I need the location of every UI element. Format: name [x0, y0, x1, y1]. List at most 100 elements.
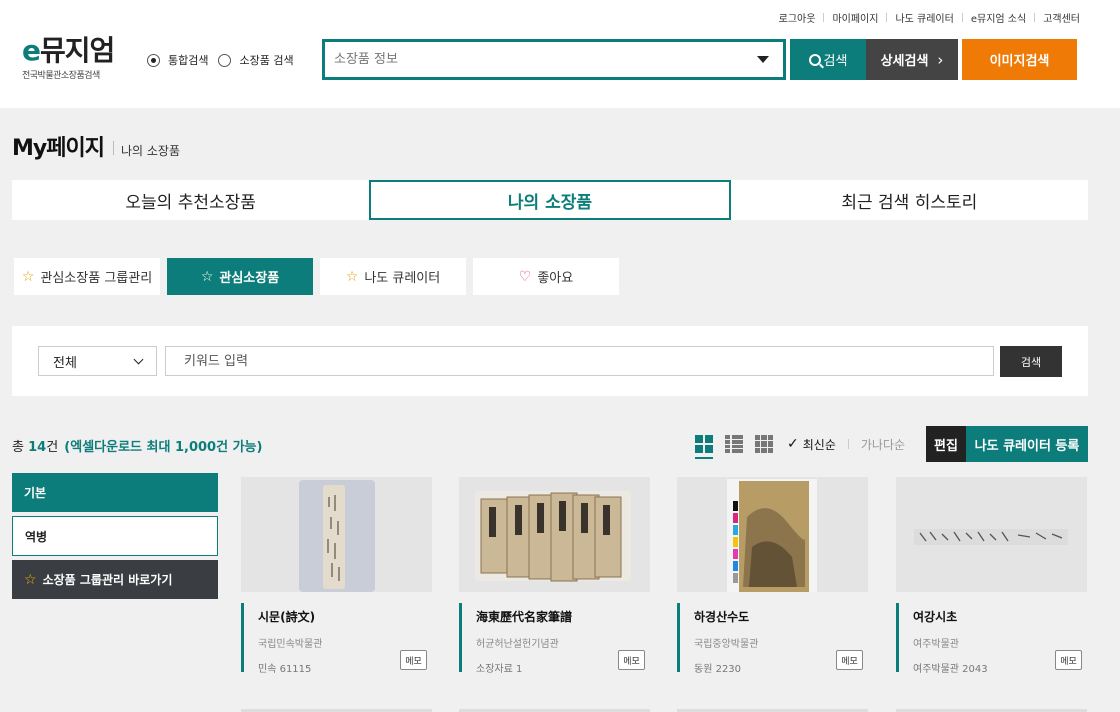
logout-link[interactable]: 로그아웃 [779, 10, 816, 25]
star-outline-icon: ☆ [21, 268, 35, 285]
divider [823, 13, 825, 22]
check-icon: ✓ [787, 436, 799, 452]
curator-link[interactable]: 나도 큐레이터 [895, 10, 953, 25]
collection-card[interactable]: 海東歷代名家筆譜 허균허난설헌기념관 소장자료 1 메모 [459, 477, 650, 675]
heart-outline-icon: ♡ [518, 268, 532, 285]
subtab-curator[interactable]: ☆ 나도 큐레이터 [320, 258, 466, 295]
radio-label: 소장품 검색 [239, 54, 294, 67]
card-thumbnail[interactable] [896, 477, 1087, 592]
logo-subtitle: 전국박물관소장품검색 [22, 71, 100, 81]
detail-search-button[interactable]: 상세검색 › [866, 39, 958, 80]
main-search-button[interactable]: 검색 [790, 39, 866, 80]
main-tabs: 오늘의 추천소장품 나의 소장품 최근 검색 히스토리 [12, 180, 1088, 220]
tab-recommended[interactable]: 오늘의 추천소장품 [12, 180, 370, 220]
sort-alphabetical[interactable]: 가나다순 [861, 436, 905, 453]
star-outline-icon: ☆ [200, 268, 214, 285]
divider [1034, 13, 1036, 22]
landscape-painting-image [727, 479, 817, 592]
card-info: 하경산수도 국립중앙박물관 동원 2230 메모 [677, 603, 868, 675]
group-manage-shortcut[interactable]: ☆ 소장품 그룹관리 바로가기 [12, 560, 218, 599]
divider [886, 13, 888, 22]
tab-my-collection[interactable]: 나의 소장품 [369, 180, 731, 220]
filter-panel: 전체 검색 [12, 326, 1088, 396]
filter-category-select[interactable]: 전체 [38, 346, 157, 376]
image-search-button[interactable]: 이미지검색 [962, 39, 1077, 80]
grid-view-icon[interactable] [695, 435, 713, 459]
sort-latest[interactable]: 최신순 [803, 436, 836, 453]
subtab-label: 좋아요 [537, 271, 574, 286]
memo-button[interactable]: 메모 [1055, 650, 1082, 670]
card-title[interactable]: 하경산수도 [694, 608, 868, 625]
card-title[interactable]: 海東歷代名家筆譜 [476, 608, 650, 625]
news-link[interactable]: e뮤지엄 소식 [971, 10, 1026, 25]
tab-search-history[interactable]: 최근 검색 히스토리 [730, 180, 1088, 220]
page-title: My페이지 [12, 136, 105, 161]
subtab-label: 관심소장품 [219, 271, 280, 286]
divider [847, 439, 849, 449]
memo-button[interactable]: 메모 [400, 650, 427, 670]
radio-label: 통합검색 [168, 54, 209, 67]
utility-nav: 로그아웃 마이페이지 나도 큐레이터 e뮤지엄 소식 고객센터 [779, 10, 1080, 25]
customer-center-link[interactable]: 고객센터 [1043, 10, 1080, 25]
card-info: 시문(詩文) 국립민속박물관 민속 61115 메모 [241, 603, 432, 675]
star-outline-icon: ☆ [24, 571, 37, 588]
star-outline-icon: ☆ [345, 268, 359, 285]
chevron-down-icon [133, 354, 144, 365]
subtab-favorites[interactable]: ☆ 관심소장품 [167, 258, 313, 295]
collection-card[interactable]: 하경산수도 국립중앙박물관 동원 2230 메모 [677, 477, 868, 675]
collection-card[interactable]: 시문(詩文) 국립민속박물관 민속 61115 메모 [241, 477, 432, 675]
logo-main-text: 뮤지엄 [40, 34, 115, 67]
card-info: 여강시초 여주박물관 여주박물관 2043 메모 [896, 603, 1087, 675]
logo-e: e [22, 34, 41, 67]
card-thumbnail[interactable] [241, 477, 432, 592]
card-title[interactable]: 여강시초 [913, 608, 1087, 625]
main-search-box [322, 39, 786, 80]
card-museum: 여주박물관 [913, 639, 959, 650]
card-museum: 국립민속박물관 [258, 639, 323, 650]
card-info: 海東歷代名家筆譜 허균허난설헌기념관 소장자료 1 메모 [459, 603, 650, 675]
calligraphy-scroll-image [914, 529, 1068, 545]
page-subtitle: 나의 소장품 [120, 144, 180, 158]
subtab-label: 관심소장품 그룹관리 [40, 271, 153, 286]
card-thumbnail[interactable] [459, 477, 650, 592]
scope-integrated-radio[interactable]: 통합검색 [147, 52, 208, 68]
site-logo[interactable]: e뮤지엄 전국박물관소장품검색 [22, 34, 115, 82]
divider [112, 141, 114, 155]
result-prefix: 총 [12, 440, 29, 455]
result-suffix: 건 [46, 440, 59, 455]
card-museum: 허균허난설헌기념관 [476, 639, 559, 650]
books-artwork-image [475, 491, 631, 582]
register-curator-button[interactable]: 나도 큐레이터 등록 [966, 426, 1088, 462]
header: 로그아웃 마이페이지 나도 큐레이터 e뮤지엄 소식 고객센터 e뮤지엄 전국박… [0, 0, 1120, 108]
edit-button[interactable]: 편집 [926, 426, 966, 462]
memo-button[interactable]: 메모 [618, 650, 645, 670]
scope-collection-radio[interactable]: 소장품 검색 [218, 52, 294, 68]
sort-options: ✓ 최신순 가나다순 [787, 436, 905, 453]
memo-button[interactable]: 메모 [836, 650, 863, 670]
excel-note: (엑셀다운로드 최대 1,000건 가능) [64, 440, 263, 455]
chevron-right-icon: › [937, 50, 944, 69]
group-epidemic[interactable]: 역병 [12, 516, 218, 556]
search-button-label: 검색 [823, 54, 848, 69]
subtab-group-manage[interactable]: ☆ 관심소장품 그룹관리 [14, 258, 160, 295]
divider [961, 13, 963, 22]
view-controls: ✓ 최신순 가나다순 [695, 426, 905, 462]
page-title-area: My페이지 나의 소장품 [12, 130, 180, 162]
dropdown-caret-icon[interactable] [757, 56, 769, 63]
scroll-artwork-image [299, 480, 375, 592]
collection-card[interactable]: 여강시초 여주박물관 여주박물관 2043 메모 [896, 477, 1087, 675]
keyword-input[interactable] [165, 346, 994, 376]
detail-search-label: 상세검색 [880, 54, 929, 69]
filter-search-button[interactable]: 검색 [1000, 346, 1062, 377]
sub-tabs: ☆ 관심소장품 그룹관리 ☆ 관심소장품 ☆ 나도 큐레이터 ♡ 좋아요 [14, 258, 626, 295]
subtab-likes[interactable]: ♡ 좋아요 [473, 258, 619, 295]
group-default[interactable]: 기본 [12, 473, 218, 512]
thumbnail-view-icon[interactable] [755, 435, 773, 453]
card-title[interactable]: 시문(詩文) [258, 608, 432, 625]
main-search-input[interactable] [325, 42, 757, 77]
card-thumbnail[interactable] [677, 477, 868, 592]
list-view-icon[interactable] [725, 435, 743, 453]
shortcut-label: 소장품 그룹관리 바로가기 [42, 573, 173, 587]
logo-text: e뮤지엄 [22, 34, 115, 67]
mypage-link[interactable]: 마이페이지 [832, 10, 878, 25]
